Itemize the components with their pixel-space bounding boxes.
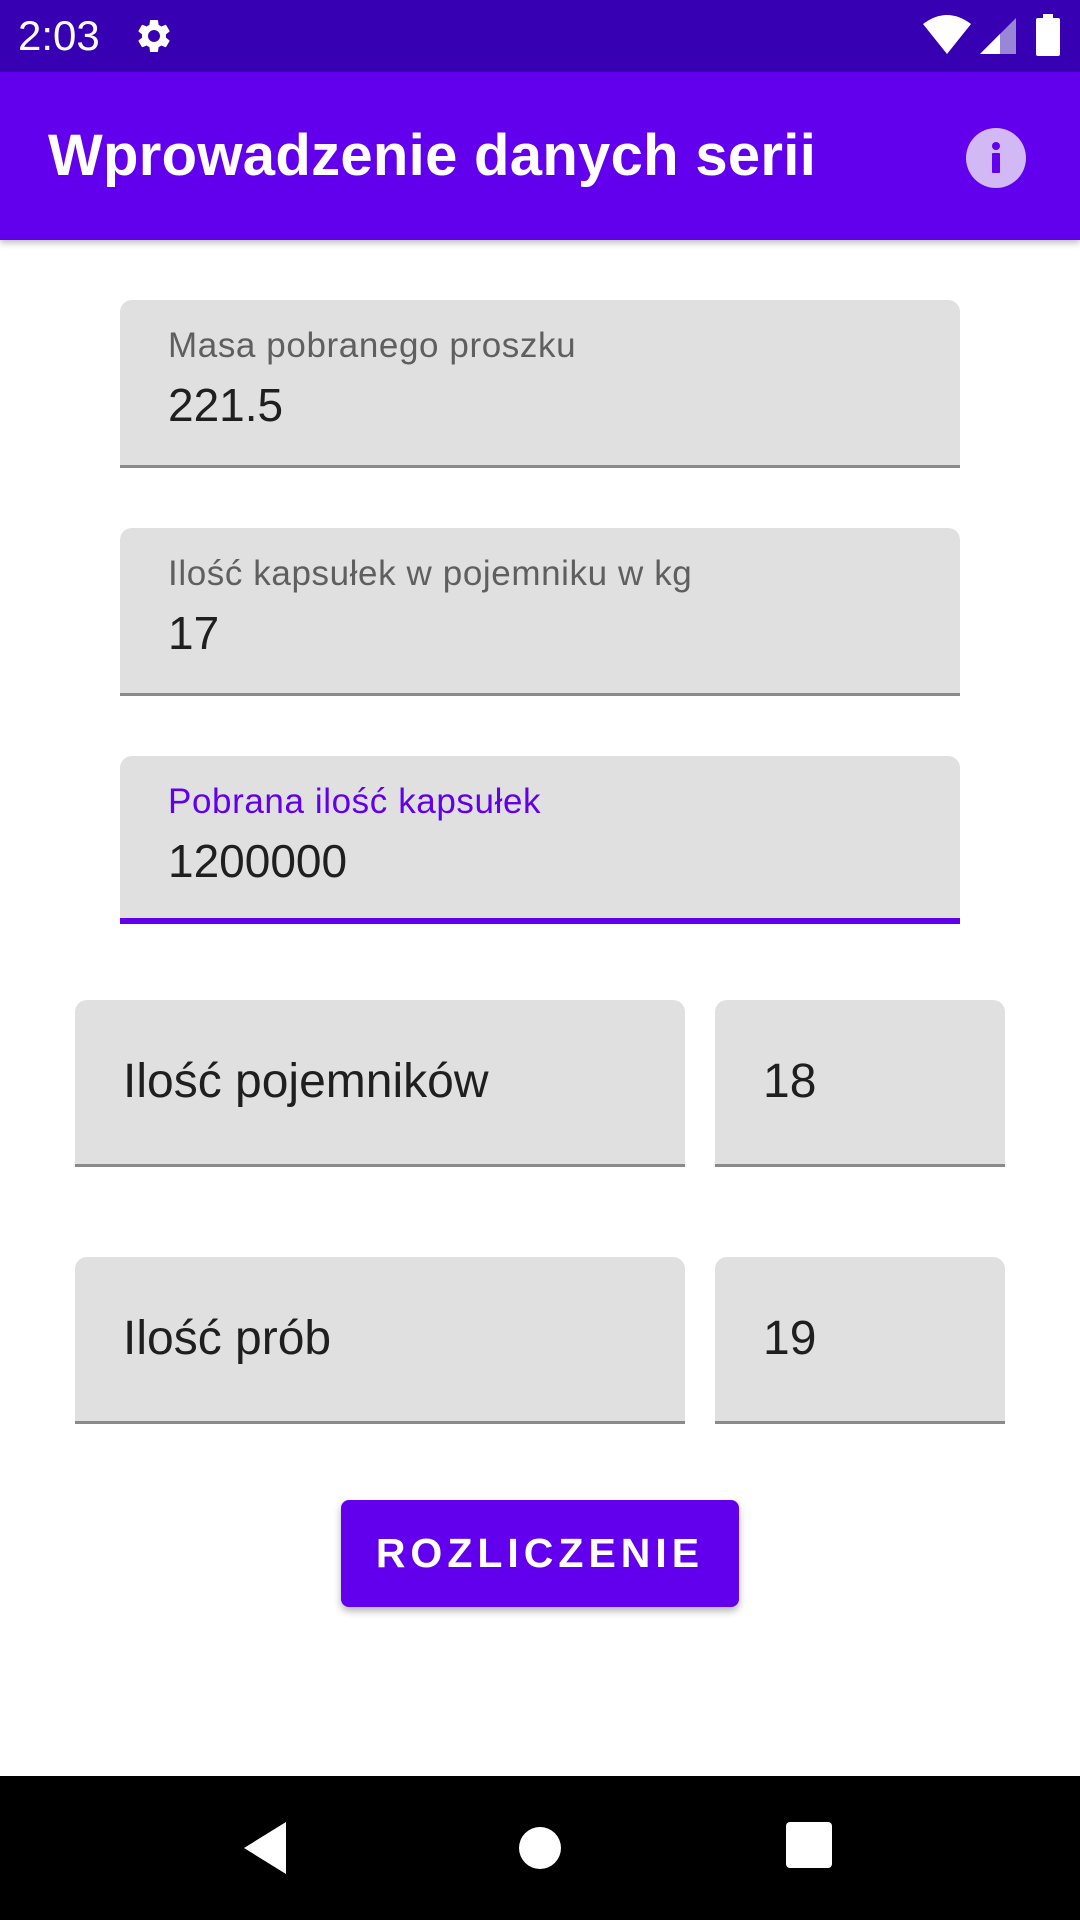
- samples-value[interactable]: 19: [763, 1257, 816, 1420]
- containers-value[interactable]: 18: [763, 1000, 816, 1163]
- capsules-taken-label: Pobrana ilość kapsułek: [168, 782, 542, 821]
- calculate-button[interactable]: ROZLICZENIE: [341, 1500, 739, 1607]
- app-bar: Wprowadzenie danych serii: [0, 72, 1080, 240]
- wifi-icon: [923, 15, 971, 54]
- navigation-bar: [0, 1776, 1080, 1920]
- capsules-taken-field[interactable]: Pobrana ilość kapsułek 1200000: [120, 756, 960, 924]
- capsules-per-container-value[interactable]: 17: [168, 606, 219, 660]
- back-icon[interactable]: [240, 1820, 296, 1876]
- page-title: Wprowadzenie danych serii: [48, 123, 817, 188]
- info-icon: [992, 142, 1000, 173]
- home-icon[interactable]: [518, 1820, 574, 1876]
- signal-icon: [980, 18, 1016, 54]
- info-button[interactable]: [966, 128, 1026, 188]
- gear-icon: [138, 19, 170, 52]
- capsules-per-container-label: Ilość kapsułek w pojemniku w kg: [168, 554, 693, 593]
- containers-input[interactable]: 18: [715, 1000, 1005, 1167]
- recents-icon[interactable]: [786, 1822, 834, 1870]
- samples-label: Ilość prób: [123, 1312, 332, 1365]
- capsules-taken-value[interactable]: 1200000: [168, 834, 347, 888]
- samples-input[interactable]: 19: [715, 1257, 1005, 1424]
- battery-icon: [1036, 14, 1060, 56]
- powder-mass-field[interactable]: Masa pobranego proszku 221.5: [120, 300, 960, 468]
- samples-label-field: Ilość prób: [75, 1257, 685, 1424]
- containers-label-field: Ilość pojemników: [75, 1000, 685, 1167]
- status-time: 2:03: [18, 12, 100, 59]
- containers-label: Ilość pojemników: [123, 1055, 489, 1108]
- status-bar: 2:03: [0, 0, 1080, 72]
- powder-mass-value[interactable]: 221.5: [168, 378, 283, 432]
- powder-mass-label: Masa pobranego proszku: [168, 326, 577, 365]
- capsules-per-container-field[interactable]: Ilość kapsułek w pojemniku w kg 17: [120, 528, 960, 696]
